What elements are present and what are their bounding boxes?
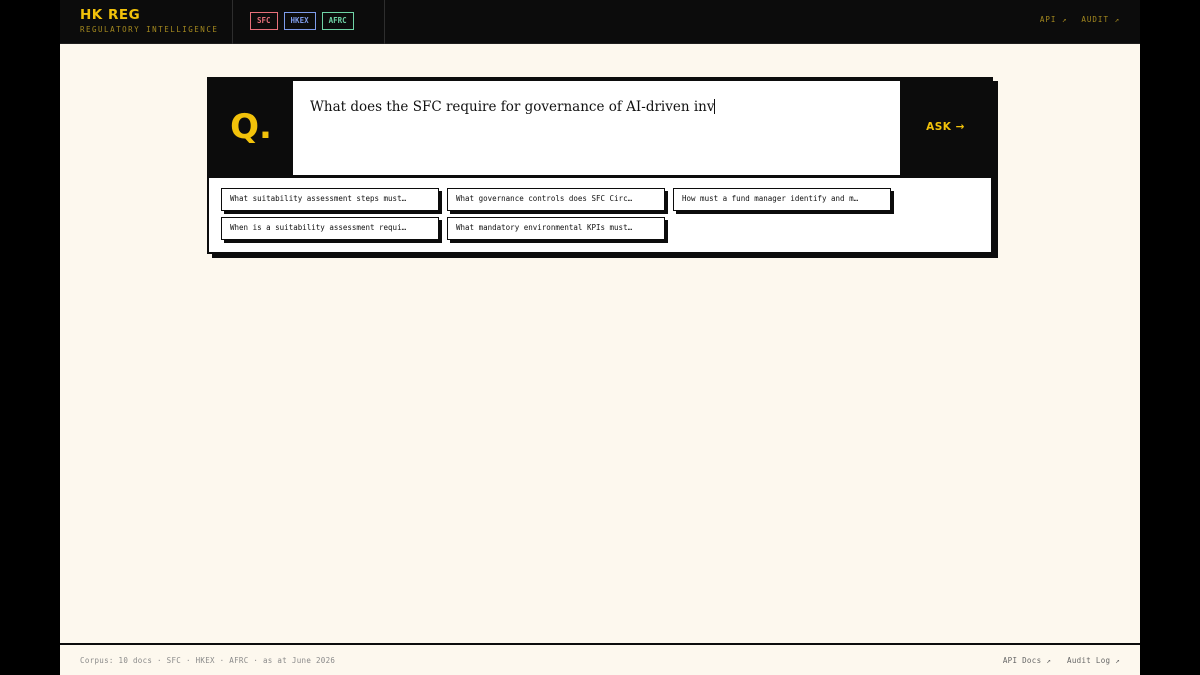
- top-nav: API ↗ AUDIT ↗: [1040, 15, 1120, 24]
- corpus-info: Corpus: 10 docs · SFC · HKEX · AFRC · as…: [80, 656, 336, 665]
- brand[interactable]: HK REG REGULATORY INTELLIGENCE: [80, 7, 218, 34]
- top-bar: HK REG REGULATORY INTELLIGENCE SFC HKEX …: [60, 0, 1140, 44]
- footer-links: API Docs ↗ Audit Log ↗: [1003, 656, 1120, 665]
- header-divider: [232, 0, 233, 44]
- suggestion-chip[interactable]: How must a fund manager identify and m…: [673, 188, 891, 211]
- question-input-text: What does the SFC require for governance…: [310, 99, 715, 115]
- tag-afrc[interactable]: AFRC: [321, 12, 354, 30]
- suggestion-chip[interactable]: What governance controls does SFC Circ…: [447, 188, 665, 211]
- nav-api-link[interactable]: API ↗: [1040, 15, 1068, 24]
- suggestion-chips: What suitability assessment steps must… …: [221, 188, 921, 240]
- suggestion-chip[interactable]: What mandatory environmental KPIs must…: [447, 217, 665, 240]
- tag-hkex[interactable]: HKEX: [283, 12, 316, 30]
- question-label: Q.: [230, 107, 272, 147]
- nav-audit-link[interactable]: AUDIT ↗: [1081, 15, 1120, 24]
- suggestion-chip[interactable]: When is a suitability assessment requi…: [221, 217, 439, 240]
- app-frame: HK REG REGULATORY INTELLIGENCE SFC HKEX …: [60, 0, 1140, 675]
- suggestions-area: What suitability assessment steps must… …: [209, 178, 991, 252]
- source-tags: SFC HKEX AFRC: [250, 12, 354, 30]
- audit-log-link[interactable]: Audit Log ↗: [1067, 656, 1120, 665]
- ask-button[interactable]: ASK →: [900, 79, 991, 176]
- footer: Corpus: 10 docs · SFC · HKEX · AFRC · as…: [60, 643, 1140, 675]
- question-input[interactable]: What does the SFC require for governance…: [293, 81, 900, 175]
- header-divider: [384, 0, 385, 44]
- api-docs-link[interactable]: API Docs ↗: [1003, 656, 1051, 665]
- brand-title: HK REG: [80, 7, 141, 23]
- brand-subtitle: REGULATORY INTELLIGENCE: [80, 25, 219, 34]
- tag-sfc[interactable]: SFC: [250, 12, 278, 30]
- text-cursor: [714, 99, 716, 114]
- suggestion-chip[interactable]: What suitability assessment steps must…: [221, 188, 439, 211]
- ask-panel: Q. What does the SFC require for governa…: [207, 77, 993, 254]
